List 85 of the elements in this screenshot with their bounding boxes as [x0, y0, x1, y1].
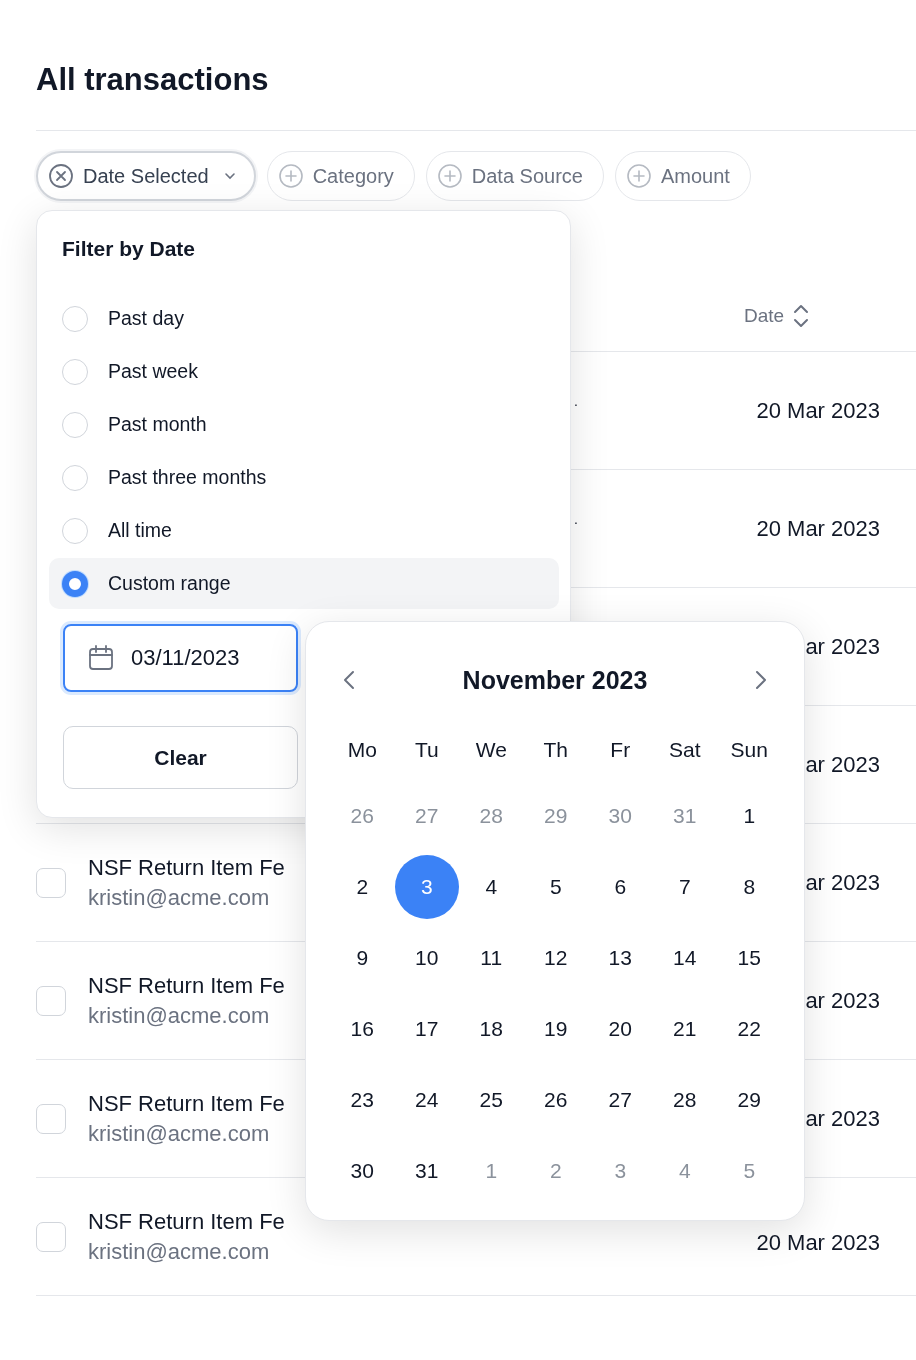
- calendar-day[interactable]: 31: [394, 1138, 459, 1203]
- date-cell: 20 Mar 2023: [756, 515, 880, 542]
- month-label: November 2023: [462, 665, 648, 695]
- weekday-label: Fr: [610, 738, 631, 762]
- filter-chip[interactable]: Category: [266, 151, 415, 201]
- calendar-day[interactable]: 11: [459, 925, 524, 990]
- table-cell: .: [574, 392, 578, 409]
- date-cell: ar 2023: [805, 751, 880, 778]
- calendar-day[interactable]: 27: [588, 1067, 653, 1132]
- filter-chip[interactable]: Amount: [614, 151, 751, 201]
- weekday-label: Sat: [669, 738, 701, 762]
- row-checkbox[interactable]: [36, 1103, 66, 1134]
- calendar-day[interactable]: 23: [330, 1067, 395, 1132]
- row-checkbox[interactable]: [36, 985, 66, 1016]
- calendar-day[interactable]: 12: [523, 925, 588, 990]
- calendar-day[interactable]: 21: [652, 996, 717, 1061]
- row-checkbox[interactable]: [36, 867, 66, 898]
- date-option[interactable]: Past week: [49, 346, 559, 397]
- calendar-day[interactable]: 28: [652, 1067, 717, 1132]
- transaction-name: NSF Return Item Fe: [88, 854, 285, 881]
- chevron-right-icon[interactable]: [754, 669, 768, 691]
- date-cell: ar 2023: [805, 987, 880, 1014]
- calendar-day[interactable]: 16: [330, 996, 395, 1061]
- date-cell: ar 2023: [805, 1105, 880, 1132]
- email-text: kristin@acme.com: [88, 1238, 270, 1265]
- weekday-label: We: [475, 738, 507, 762]
- date-input-field[interactable]: 03/11/2023: [63, 624, 298, 692]
- column-header: Date: [744, 304, 785, 327]
- email-text: kristin@acme.com: [88, 884, 270, 911]
- transaction-name: NSF Return Item Fe: [88, 972, 285, 999]
- calendar-day[interactable]: 24: [394, 1067, 459, 1132]
- calendar-day[interactable]: 1: [717, 783, 782, 848]
- row-checkbox[interactable]: [36, 1221, 66, 1252]
- chevron-left-icon[interactable]: [342, 669, 356, 691]
- date-option[interactable]: Past day: [49, 293, 559, 344]
- transaction-name: NSF Return Item Fe: [88, 1090, 285, 1117]
- date-cell: ar 2023: [805, 633, 880, 660]
- calendar-day[interactable]: 15: [717, 925, 782, 990]
- weekday-label: Th: [543, 738, 568, 762]
- filter-chip[interactable]: Date Selected: [36, 151, 256, 201]
- calendar-day[interactable]: 22: [717, 996, 782, 1061]
- table-cell: .: [574, 510, 578, 527]
- calendar-day[interactable]: 8: [717, 854, 782, 919]
- email-text: kristin@acme.com: [88, 1120, 270, 1147]
- plus-circle-icon: [625, 163, 652, 189]
- calendar-day[interactable]: 17: [394, 996, 459, 1061]
- calendar-day[interactable]: 3: [394, 854, 459, 919]
- calendar-day[interactable]: 7: [652, 854, 717, 919]
- close-icon: [48, 163, 74, 189]
- calendar-day[interactable]: 4: [459, 854, 524, 919]
- calendar-day[interactable]: 20: [588, 996, 653, 1061]
- calendar-icon: [87, 644, 115, 672]
- page-title: All transactions: [35, 61, 270, 99]
- email-text: kristin@acme.com: [88, 1002, 270, 1029]
- date-option[interactable]: Past month: [49, 399, 559, 450]
- transaction-name: NSF Return Item Fe: [88, 1208, 285, 1235]
- calendar-day[interactable]: 13: [588, 925, 653, 990]
- calendar-day[interactable]: 30: [330, 1138, 395, 1203]
- date-cell: 20 Mar 2023: [756, 1229, 880, 1256]
- radio-button[interactable]: [62, 570, 88, 597]
- calendar-day[interactable]: 9: [330, 925, 395, 990]
- chevron-down-icon: [223, 172, 236, 180]
- filter-chip[interactable]: Data Source: [425, 151, 604, 201]
- calendar-day[interactable]: 5: [523, 854, 588, 919]
- calendar-day[interactable]: 14: [652, 925, 717, 990]
- calendar-day[interactable]: 10: [394, 925, 459, 990]
- date-option[interactable]: Past three months: [49, 452, 559, 503]
- plus-circle-icon: [436, 163, 463, 189]
- plus-circle-icon: [277, 163, 304, 189]
- date-option[interactable]: Custom range: [49, 558, 559, 609]
- weekday-label: Mo: [347, 738, 377, 762]
- calendar-day[interactable]: 19: [523, 996, 588, 1061]
- calendar-day[interactable]: 2: [330, 854, 395, 919]
- calendar-day[interactable]: 29: [717, 1067, 782, 1132]
- date-cell: ar 2023: [805, 869, 880, 896]
- date-option[interactable]: All time: [49, 505, 559, 556]
- clear-button[interactable]: Clear: [63, 726, 298, 789]
- popover-title: Filter by Date: [61, 237, 196, 261]
- calendar-day[interactable]: 25: [459, 1067, 524, 1132]
- calendar-day[interactable]: 26: [523, 1067, 588, 1132]
- weekday-label: Tu: [414, 738, 439, 762]
- calendar-day[interactable]: 6: [588, 854, 653, 919]
- calendar-day[interactable]: 18: [459, 996, 524, 1061]
- weekday-label: Sun: [730, 738, 768, 762]
- date-cell: 20 Mar 2023: [756, 397, 880, 424]
